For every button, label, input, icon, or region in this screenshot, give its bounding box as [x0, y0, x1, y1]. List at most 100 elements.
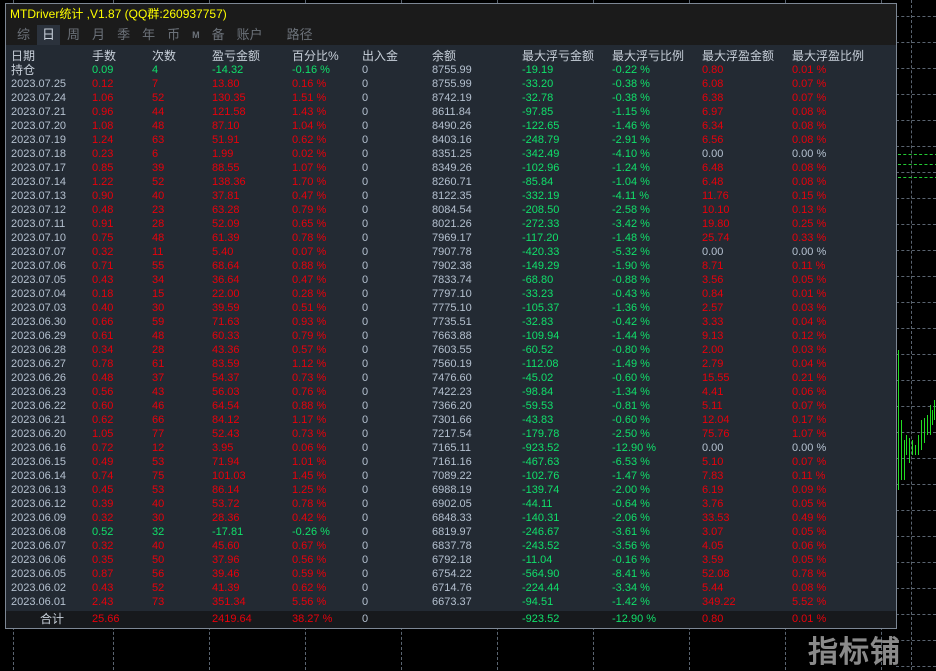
table-cell: -139.74 — [522, 484, 560, 496]
table-row[interactable]: 2023.07.25 0.12 7 13.80 0.16 % 0 8755.99 -33.20… — [6, 77, 896, 91]
table-row[interactable]: 2023.06.22 0.60 46 64.54 0.88 % 0 7366.20 -59.5… — [6, 399, 896, 413]
column-header[interactable]: 最大浮亏金额 — [522, 49, 594, 63]
table-cell: 351.34 — [212, 596, 246, 608]
table-cell: 53 — [152, 456, 165, 468]
table-cell: -0.26 % — [292, 526, 330, 538]
table-cell: 0.05 % — [792, 554, 827, 566]
table-row[interactable]: 2023.07.10 0.75 48 61.39 0.78 % 0 7969.17 -117.… — [6, 231, 896, 245]
tab-6[interactable]: 币 — [162, 25, 185, 45]
table-cell: -98.84 — [522, 386, 554, 398]
table-cell: -1.46 % — [612, 120, 650, 132]
window-title[interactable]: MTDriver统计 ,V1.87 (QQ群:260937757) — [6, 4, 896, 24]
tab-4[interactable]: 季 — [112, 25, 135, 45]
table-cell: 2023.06.21 — [11, 414, 67, 426]
table-row[interactable]: 2023.06.21 0.62 66 84.12 1.17 % 0 7301.66 -43.8… — [6, 413, 896, 427]
table-row[interactable]: 2023.06.15 0.49 53 71.94 1.01 % 0 7161.16 -467.… — [6, 455, 896, 469]
table-row[interactable]: 2023.06.06 0.35 50 37.96 0.56 % 0 6792.18 -11.0… — [6, 553, 896, 567]
column-header[interactable]: 出入金 — [362, 49, 398, 63]
table-row[interactable]: 2023.07.21 0.96 44 121.58 1.43 % 0 8611.84 -97.… — [6, 105, 896, 119]
column-header[interactable]: 日期 — [11, 49, 35, 63]
table-row[interactable]: 2023.07.20 1.08 48 87.10 1.04 % 0 8490.26 -122.… — [6, 119, 896, 133]
table-cell: 6714.76 — [432, 582, 472, 594]
tab-8[interactable]: 备 — [207, 25, 230, 45]
column-header[interactable]: 次数 — [152, 49, 176, 63]
table-row[interactable]: 2023.07.24 1.06 52 130.35 1.51 % 0 8742.19 -32.… — [6, 91, 896, 105]
table-row[interactable]: 2023.07.13 0.90 40 37.81 0.47 % 0 8122.35 -332.… — [6, 189, 896, 203]
column-header[interactable]: 百分比% — [292, 49, 339, 63]
table-cell: 0.28 % — [292, 288, 327, 300]
table-row[interactable]: 2023.06.13 0.45 53 86.14 1.25 % 0 6988.19 -139.… — [6, 483, 896, 497]
table-row[interactable]: 2023.07.03 0.40 30 39.59 0.51 % 0 7775.10 -105.… — [6, 301, 896, 315]
open-positions-row[interactable]: 持仓 0.09 4 -14.32 -0.16 % 0 8755.99 -19.19 -0.22 … — [6, 63, 896, 77]
table-row[interactable]: 2023.06.29 0.61 48 60.33 0.79 % 0 7663.88 -109.… — [6, 329, 896, 343]
table-cell: 0.00 % — [792, 148, 827, 160]
table-cell: 1.04 % — [292, 120, 327, 132]
tab-10[interactable]: 路径 — [282, 25, 318, 45]
table-row[interactable]: 2023.06.26 0.48 37 54.37 0.73 % 0 7476.60 -45.0… — [6, 371, 896, 385]
table-row[interactable]: 2023.06.05 0.87 56 39.46 0.59 % 0 6754.22 -564.… — [6, 567, 896, 581]
table-row[interactable]: 2023.06.12 0.39 40 53.72 0.78 % 0 6902.05 -44.1… — [6, 497, 896, 511]
table-row[interactable]: 2023.06.08 0.52 32 -17.81 -0.26 % 0 6819.97 -24… — [6, 525, 896, 539]
table-row[interactable]: 2023.06.27 0.78 61 83.59 1.12 % 0 7560.19 -112.… — [6, 357, 896, 371]
table-row[interactable]: 2023.06.28 0.34 28 43.36 0.57 % 0 7603.55 -60.5… — [6, 343, 896, 357]
table-cell: 1.17 % — [292, 414, 327, 426]
table-cell: 0.08 % — [792, 582, 827, 594]
table-row[interactable]: 2023.06.07 0.32 40 45.60 0.67 % 0 6837.78 -243.… — [6, 539, 896, 553]
table-cell: 0.00 — [702, 246, 724, 258]
table-cell: 6673.37 — [432, 596, 472, 608]
total-cell: 2419.64 — [212, 613, 252, 625]
table-cell: 44 — [152, 106, 165, 118]
table-row[interactable]: 2023.06.30 0.66 59 71.63 0.93 % 0 7735.51 -32.8… — [6, 315, 896, 329]
table-cell: 5.56 % — [292, 596, 327, 608]
table-row[interactable]: 2023.07.05 0.43 34 36.64 0.47 % 0 7833.74 -68.8… — [6, 273, 896, 287]
table-row[interactable]: 2023.06.20 1.05 77 52.43 0.73 % 0 7217.54 -179.… — [6, 427, 896, 441]
table-row[interactable]: 2023.06.02 0.43 52 41.39 0.62 % 0 6714.76 -224.… — [6, 581, 896, 595]
table-cell: 0 — [362, 232, 369, 244]
table-cell: -2.58 % — [612, 204, 650, 216]
column-header[interactable]: 余额 — [432, 49, 456, 63]
table-row[interactable]: 2023.07.11 0.91 28 52.09 0.65 % 0 8021.26 -272.… — [6, 217, 896, 231]
table-cell: -246.67 — [522, 526, 560, 538]
tab-2[interactable]: 周 — [62, 25, 85, 45]
grid-line — [896, 328, 936, 329]
table-cell: 0 — [362, 274, 369, 286]
column-header[interactable]: 手数 — [92, 49, 116, 63]
tab-5[interactable]: 年 — [137, 25, 160, 45]
table-row[interactable]: 2023.06.01 2.43 73 351.34 5.56 % 0 6673.37 -94.… — [6, 595, 896, 609]
table-cell: 2023.06.14 — [11, 470, 67, 482]
table-cell: 0.32 — [92, 246, 114, 258]
table-cell: 30 — [152, 302, 165, 314]
table-cell: -5.32 % — [612, 246, 650, 258]
table-row[interactable]: 2023.07.18 0.23 6 1.99 0.02 % 0 8351.25 -342.49… — [6, 147, 896, 161]
tab-3[interactable]: 月 — [87, 25, 110, 45]
table-cell: 1.45 % — [292, 470, 327, 482]
table-row[interactable]: 2023.06.14 0.74 75 101.03 1.45 % 0 7089.22 -102… — [6, 469, 896, 483]
total-cell: 0 — [362, 613, 369, 625]
table-row[interactable]: 2023.06.23 0.56 43 56.03 0.76 % 0 7422.23 -98.8… — [6, 385, 896, 399]
table-cell: 2023.07.19 — [11, 134, 67, 146]
column-header[interactable]: 最大浮盈金额 — [702, 49, 774, 63]
table-cell: 0 — [362, 582, 369, 594]
total-cell: -923.52 — [522, 613, 560, 625]
table-row[interactable]: 2023.07.12 0.48 23 63.28 0.79 % 0 8084.54 -208.… — [6, 203, 896, 217]
table-row[interactable]: 2023.06.09 0.32 30 28.36 0.42 % 0 6848.33 -140.… — [6, 511, 896, 525]
table-row[interactable]: 2023.07.14 1.22 52 138.36 1.70 % 0 8260.71 -85.… — [6, 175, 896, 189]
table-row[interactable]: 2023.06.16 0.72 12 3.95 0.06 % 0 7165.11 -923.5… — [6, 441, 896, 455]
tab-7[interactable]: M — [187, 25, 205, 45]
column-header[interactable]: 最大浮亏比例 — [612, 49, 684, 63]
table-row[interactable]: 2023.07.17 0.85 39 88.55 1.07 % 0 8349.26 -102.… — [6, 161, 896, 175]
column-header[interactable]: 最大浮盈比例 — [792, 49, 864, 63]
table-row[interactable]: 2023.07.06 0.71 55 68.64 0.88 % 0 7902.38 -149.… — [6, 259, 896, 273]
column-header[interactable]: 盈亏金额 — [212, 49, 260, 63]
table-cell: 0.18 — [92, 288, 114, 300]
tab-9[interactable]: 账户 — [232, 25, 268, 45]
table-cell: 52.08 — [702, 568, 730, 580]
table-row[interactable]: 2023.07.04 0.18 15 22.00 0.28 % 0 7797.10 -33.2… — [6, 287, 896, 301]
tab-0[interactable]: 综 — [12, 25, 35, 45]
table-cell: 0.48 — [92, 204, 114, 216]
total-cell: -12.90 % — [612, 613, 657, 625]
table-cell: 6848.33 — [432, 512, 472, 524]
table-row[interactable]: 2023.07.07 0.32 11 5.40 0.07 % 0 7907.78 -420.3… — [6, 245, 896, 259]
table-row[interactable]: 2023.07.19 1.24 63 51.91 0.62 % 0 8403.16 -248.… — [6, 133, 896, 147]
tab-1[interactable]: 日 — [37, 25, 61, 45]
